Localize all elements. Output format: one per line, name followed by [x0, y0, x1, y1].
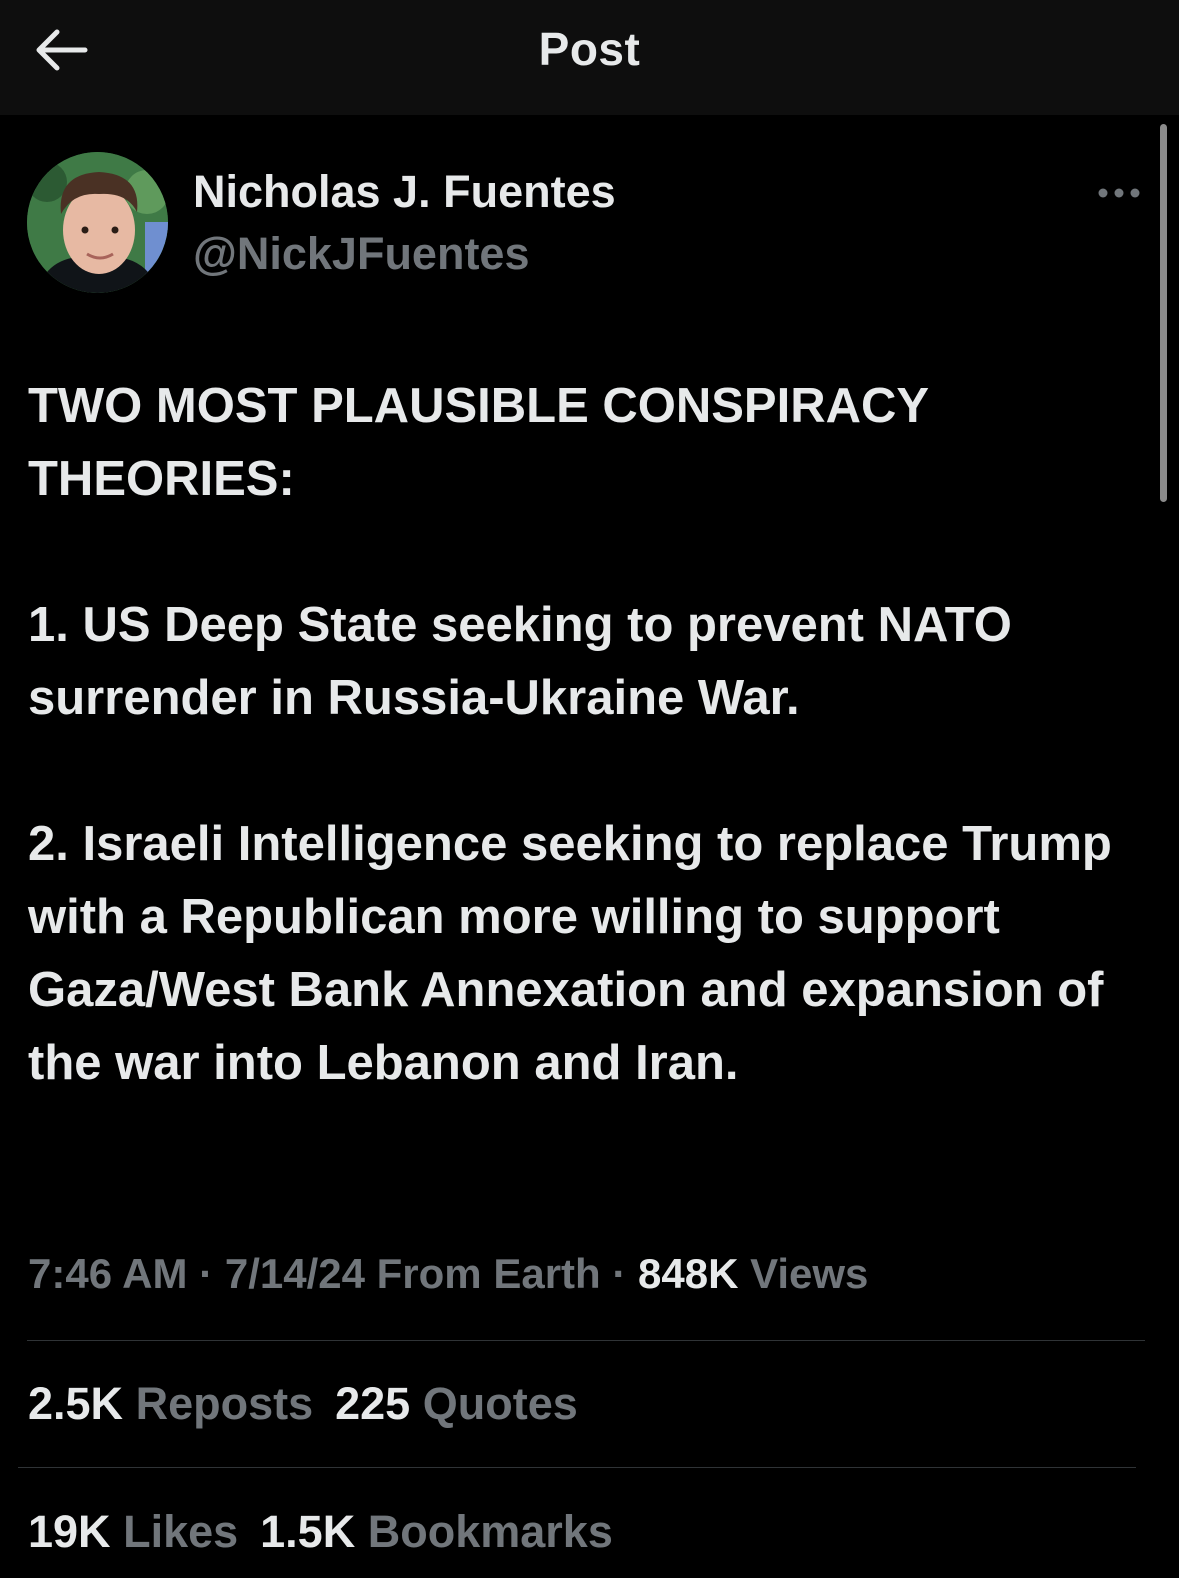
quotes-stat[interactable]: 225 Quotes: [335, 1378, 578, 1430]
reposts-count: 2.5K: [28, 1378, 124, 1429]
post-location: From Earth: [376, 1250, 601, 1297]
post-meta: 7:46 AM · 7/14/24 From Earth · 848K View…: [28, 1250, 868, 1298]
avatar[interactable]: [27, 152, 168, 293]
reposts-label: Reposts: [135, 1378, 314, 1429]
views-count: 848K: [638, 1250, 739, 1297]
author-handle[interactable]: @NickJFuentes: [193, 228, 530, 280]
meta-separator: ·: [199, 1250, 214, 1297]
bookmarks-count: 1.5K: [260, 1506, 356, 1557]
scrollbar[interactable]: [1160, 124, 1167, 502]
more-options-button[interactable]: [1096, 178, 1142, 208]
post-date: 7/14/24: [224, 1250, 365, 1297]
more-icon: [1098, 188, 1140, 198]
author-name[interactable]: Nicholas J. Fuentes: [193, 166, 616, 218]
page-title: Post: [538, 23, 641, 75]
top-bar: Post: [0, 0, 1179, 115]
bookmarks-label: Bookmarks: [367, 1506, 613, 1557]
quotes-count: 225: [335, 1378, 411, 1429]
bookmarks-stat[interactable]: 1.5K Bookmarks: [260, 1506, 613, 1558]
divider: [18, 1467, 1136, 1468]
stats-row-likes: 19K Likes 1.5K Bookmarks: [28, 1506, 635, 1558]
stats-row-reposts: 2.5K Reposts 225 Quotes: [28, 1378, 600, 1430]
reposts-stat[interactable]: 2.5K Reposts: [28, 1378, 313, 1430]
divider: [27, 1340, 1145, 1341]
post-text: TWO MOST PLAUSIBLE CONSPIRACY THEORIES: …: [28, 379, 1112, 1090]
avatar-image: [27, 152, 168, 293]
likes-label: Likes: [123, 1506, 239, 1557]
post-time: 7:46 AM: [28, 1250, 188, 1297]
meta-separator: ·: [612, 1250, 627, 1297]
likes-count: 19K: [28, 1506, 111, 1557]
views-label: Views: [750, 1250, 869, 1297]
likes-stat[interactable]: 19K Likes: [28, 1506, 238, 1558]
quotes-label: Quotes: [422, 1378, 578, 1429]
